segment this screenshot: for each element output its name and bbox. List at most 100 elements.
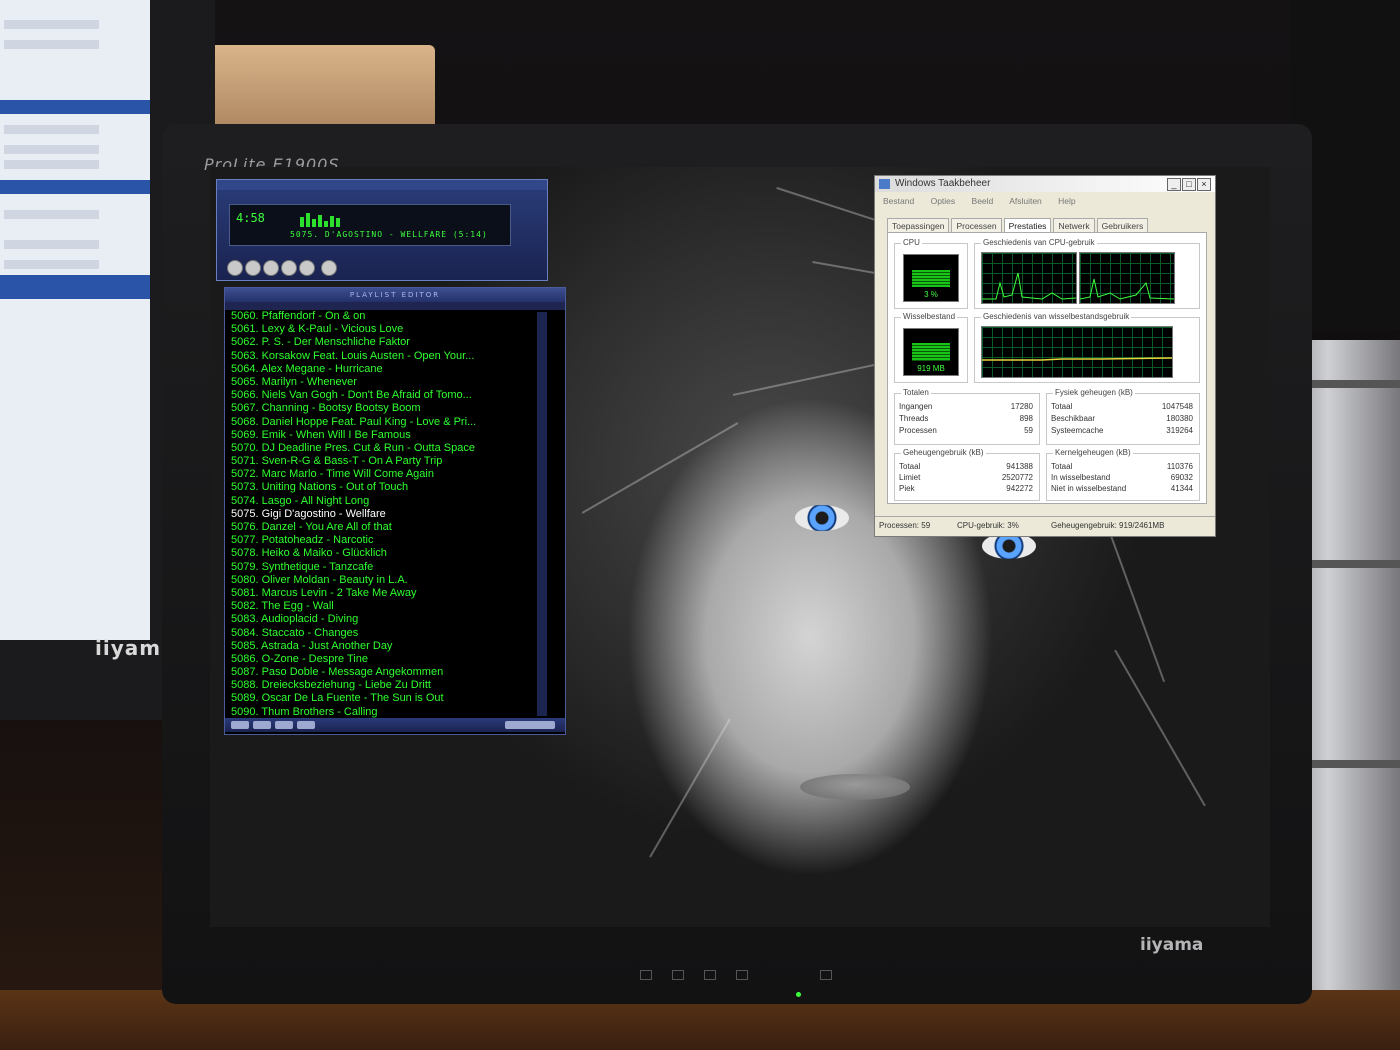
- playlist-item[interactable]: 5082. The Egg - Wall 3:42: [229, 600, 529, 613]
- playlist-item[interactable]: 5073. Uniting Nations - Out of Touch 2:48: [229, 481, 529, 494]
- physical-row: Systeemcache 319264: [1051, 426, 1193, 435]
- menu-help[interactable]: Help: [1058, 196, 1075, 206]
- playlist-item[interactable]: 5087. Paso Doble - Message Angekommen 4:5…: [229, 666, 529, 679]
- playlist-item[interactable]: 5068. Daniel Hoppe Feat. Paul King - Lov…: [229, 416, 529, 429]
- winamp-main-window[interactable]: 4:58 5075. D'AGOSTINO - WELLFARE (5:14): [216, 179, 548, 281]
- playlist-item[interactable]: 5086. O-Zone - Despre Tine 3:34: [229, 653, 529, 666]
- minimize-icon[interactable]: _: [1167, 178, 1181, 191]
- playlist-item-title: 5065. Marilyn - Whenever: [231, 376, 503, 389]
- playlist-list-button[interactable]: [505, 721, 555, 729]
- playlist-item[interactable]: 5074. Lasgo - All Night Long 3:29: [229, 495, 529, 508]
- playlist-item-name: The Egg - Wall: [261, 600, 334, 613]
- pause-button[interactable]: [263, 260, 279, 276]
- playlist-item[interactable]: 5070. DJ Deadline Pres. Cut & Run - Outt…: [229, 442, 529, 455]
- playlist-item[interactable]: 5066. Niels Van Gogh - Don't Be Afraid o…: [229, 389, 529, 402]
- playlist-item[interactable]: 5062. P. S. - Der Menschliche Faktor 3:13: [229, 336, 529, 349]
- playlist-item[interactable]: 5060. Pfaffendorf - On & on 4:00: [229, 310, 529, 323]
- physical-row: Totaal 1047548: [1051, 402, 1193, 411]
- stop-button[interactable]: [281, 260, 297, 276]
- monitor-up-button[interactable]: [704, 970, 716, 980]
- playlist-item-duration: 3:00: [519, 429, 529, 442]
- playlist-item[interactable]: 5083. Audioplacid - Diving 3:52: [229, 613, 529, 626]
- playlist-item-name: P. S. - Der Menschliche Faktor: [261, 336, 410, 349]
- playlist-item[interactable]: 5061. Lexy & K-Paul - Vicious Love 3:42: [229, 323, 529, 336]
- monitor-auto-button[interactable]: [736, 970, 748, 980]
- playlist-item-number: 5077.: [231, 534, 259, 547]
- playlist-item-title: 5073. Uniting Nations - Out of Touch: [231, 481, 503, 494]
- playlist-item[interactable]: 5063. Korsakow Feat. Louis Austen - Open…: [229, 350, 529, 363]
- menu-afsluiten[interactable]: Afsluiten: [1009, 196, 1042, 206]
- playlist-item-duration: 3:28: [519, 402, 529, 415]
- playlist-item[interactable]: 5089. Oscar De La Fuente - The Sun is Ou…: [229, 692, 529, 705]
- tab-prestaties[interactable]: Prestaties: [1003, 218, 1052, 233]
- tab-toepassingen[interactable]: Toepassingen: [887, 218, 950, 233]
- playlist-add-button[interactable]: [231, 721, 249, 729]
- playlist-item[interactable]: 5075. Gigi D'agostino - Wellfare 5:14: [229, 508, 529, 521]
- menu-beeld[interactable]: Beeld: [972, 196, 994, 206]
- playlist-item[interactable]: 5077. Potatoheadz - Narcotic 3:15: [229, 534, 529, 547]
- pagefile-group: Wisselbestand 919 MB: [894, 312, 968, 383]
- playlist-item-title: 5090. Thum Brothers - Calling: [231, 706, 503, 719]
- playlist-item-duration: 3:50: [519, 363, 529, 376]
- playlist-titlebar[interactable]: PLAYLIST EDITOR: [225, 288, 565, 302]
- playlist-item-title: 5063. Korsakow Feat. Louis Austen - Open…: [231, 350, 503, 363]
- task-manager-window[interactable]: Windows Taakbeheer _ □ × Bestand Opties …: [874, 175, 1216, 537]
- playlist-item[interactable]: 5069. Emik - When Will I Be Famous 3:00: [229, 429, 529, 442]
- pagefile-history-group: Geschiedenis van wisselbestandsgebruik: [974, 312, 1200, 383]
- playlist-item[interactable]: 5071. Sven-R-G & Bass-T - On A Party Tri…: [229, 455, 529, 468]
- tab-gebruikers[interactable]: Gebruikers: [1096, 218, 1149, 233]
- next-button[interactable]: [299, 260, 315, 276]
- tab-netwerk[interactable]: Netwerk: [1053, 218, 1095, 233]
- menu-opties[interactable]: Opties: [931, 196, 956, 206]
- prev-button[interactable]: [227, 260, 243, 276]
- playlist-item-number: 5062.: [231, 336, 259, 349]
- monitor-menu-button[interactable]: [640, 970, 652, 980]
- playlist-item-number: 5065.: [231, 375, 259, 388]
- monitor-power-button[interactable]: [820, 970, 832, 980]
- playlist-item-name: Dreiecksbeziehung - Liebe Zu Dritt: [261, 679, 431, 692]
- cpu-meter-fill: [912, 270, 950, 287]
- playlist-item-name: Heiko & Maiko - Glücklich: [261, 547, 387, 560]
- playlist-item[interactable]: 5072. Marc Marlo - Time Will Come Again 3…: [229, 468, 529, 481]
- playlist-scrollbar[interactable]: [537, 312, 547, 716]
- playlist-remove-button[interactable]: [253, 721, 271, 729]
- playlist-item[interactable]: 5076. Danzel - You Are All of that 6:05: [229, 521, 529, 534]
- kernel-row: In wisselbestand 69032: [1051, 473, 1193, 482]
- playlist-item[interactable]: 5064. Alex Megane - Hurricane 3:50: [229, 363, 529, 376]
- playlist-item[interactable]: 5079. Synthetique - Tanzcafe 3:33: [229, 561, 529, 574]
- playlist-item[interactable]: 5078. Heiko & Maiko - Glücklich 3:46: [229, 547, 529, 560]
- totals-row: Processen 59: [899, 426, 1033, 435]
- playlist-item[interactable]: 5080. Oliver Moldan - Beauty in L.A. 3:43: [229, 574, 529, 587]
- winamp-display: 4:58 5075. D'AGOSTINO - WELLFARE (5:14): [229, 204, 511, 246]
- power-led-icon: [796, 992, 801, 997]
- playlist-item[interactable]: 5088. Dreiecksbeziehung - Liebe Zu Dritt…: [229, 679, 529, 692]
- playlist-misc-button[interactable]: [297, 721, 315, 729]
- eject-button[interactable]: [321, 260, 337, 276]
- playlist-item[interactable]: 5067. Channing - Bootsy Bootsy Boom 3:28: [229, 402, 529, 415]
- winamp-playlist-window[interactable]: PLAYLIST EDITOR 5060. Pfaffendorf - On &…: [224, 287, 566, 735]
- wallpaper-lips: [800, 774, 910, 800]
- playlist-item-number: 5084.: [231, 626, 259, 639]
- monitor-down-button[interactable]: [672, 970, 684, 980]
- menu-bestand[interactable]: Bestand: [883, 196, 914, 206]
- playlist-item[interactable]: 5085. Astrada - Just Another Day 3:06: [229, 640, 529, 653]
- commit-row: Totaal 941388: [899, 462, 1033, 471]
- winamp-titlebar[interactable]: [217, 180, 547, 190]
- playlist-item[interactable]: 5081. Marcus Levin - 2 Take Me Away 3:58: [229, 587, 529, 600]
- close-icon[interactable]: ×: [1197, 178, 1211, 191]
- playlist-select-button[interactable]: [275, 721, 293, 729]
- winamp-time[interactable]: 4:58: [236, 211, 265, 225]
- playlist-item[interactable]: 5065. Marilyn - Whenever 3:46: [229, 376, 529, 389]
- playlist-list[interactable]: 5060. Pfaffendorf - On & on4:005061. Lex…: [229, 310, 529, 719]
- monitor-screen: 4:58 5075. D'AGOSTINO - WELLFARE (5:14) …: [210, 167, 1270, 927]
- playlist-menu[interactable]: [225, 302, 565, 310]
- playlist-item-number: 5071.: [231, 455, 259, 468]
- maximize-icon[interactable]: □: [1182, 178, 1196, 191]
- playlist-item[interactable]: 5084. Staccato - Changes 3:49: [229, 627, 529, 640]
- tab-processen[interactable]: Processen: [951, 218, 1002, 233]
- task-manager-titlebar[interactable]: Windows Taakbeheer _ □ ×: [875, 176, 1215, 192]
- physical-row: Beschikbaar 180380: [1051, 414, 1193, 423]
- physical-memory-label: Fysiek geheugen (kB): [1053, 388, 1135, 397]
- play-button[interactable]: [245, 260, 261, 276]
- playlist-item[interactable]: 5090. Thum Brothers - Calling 3:25: [229, 706, 529, 719]
